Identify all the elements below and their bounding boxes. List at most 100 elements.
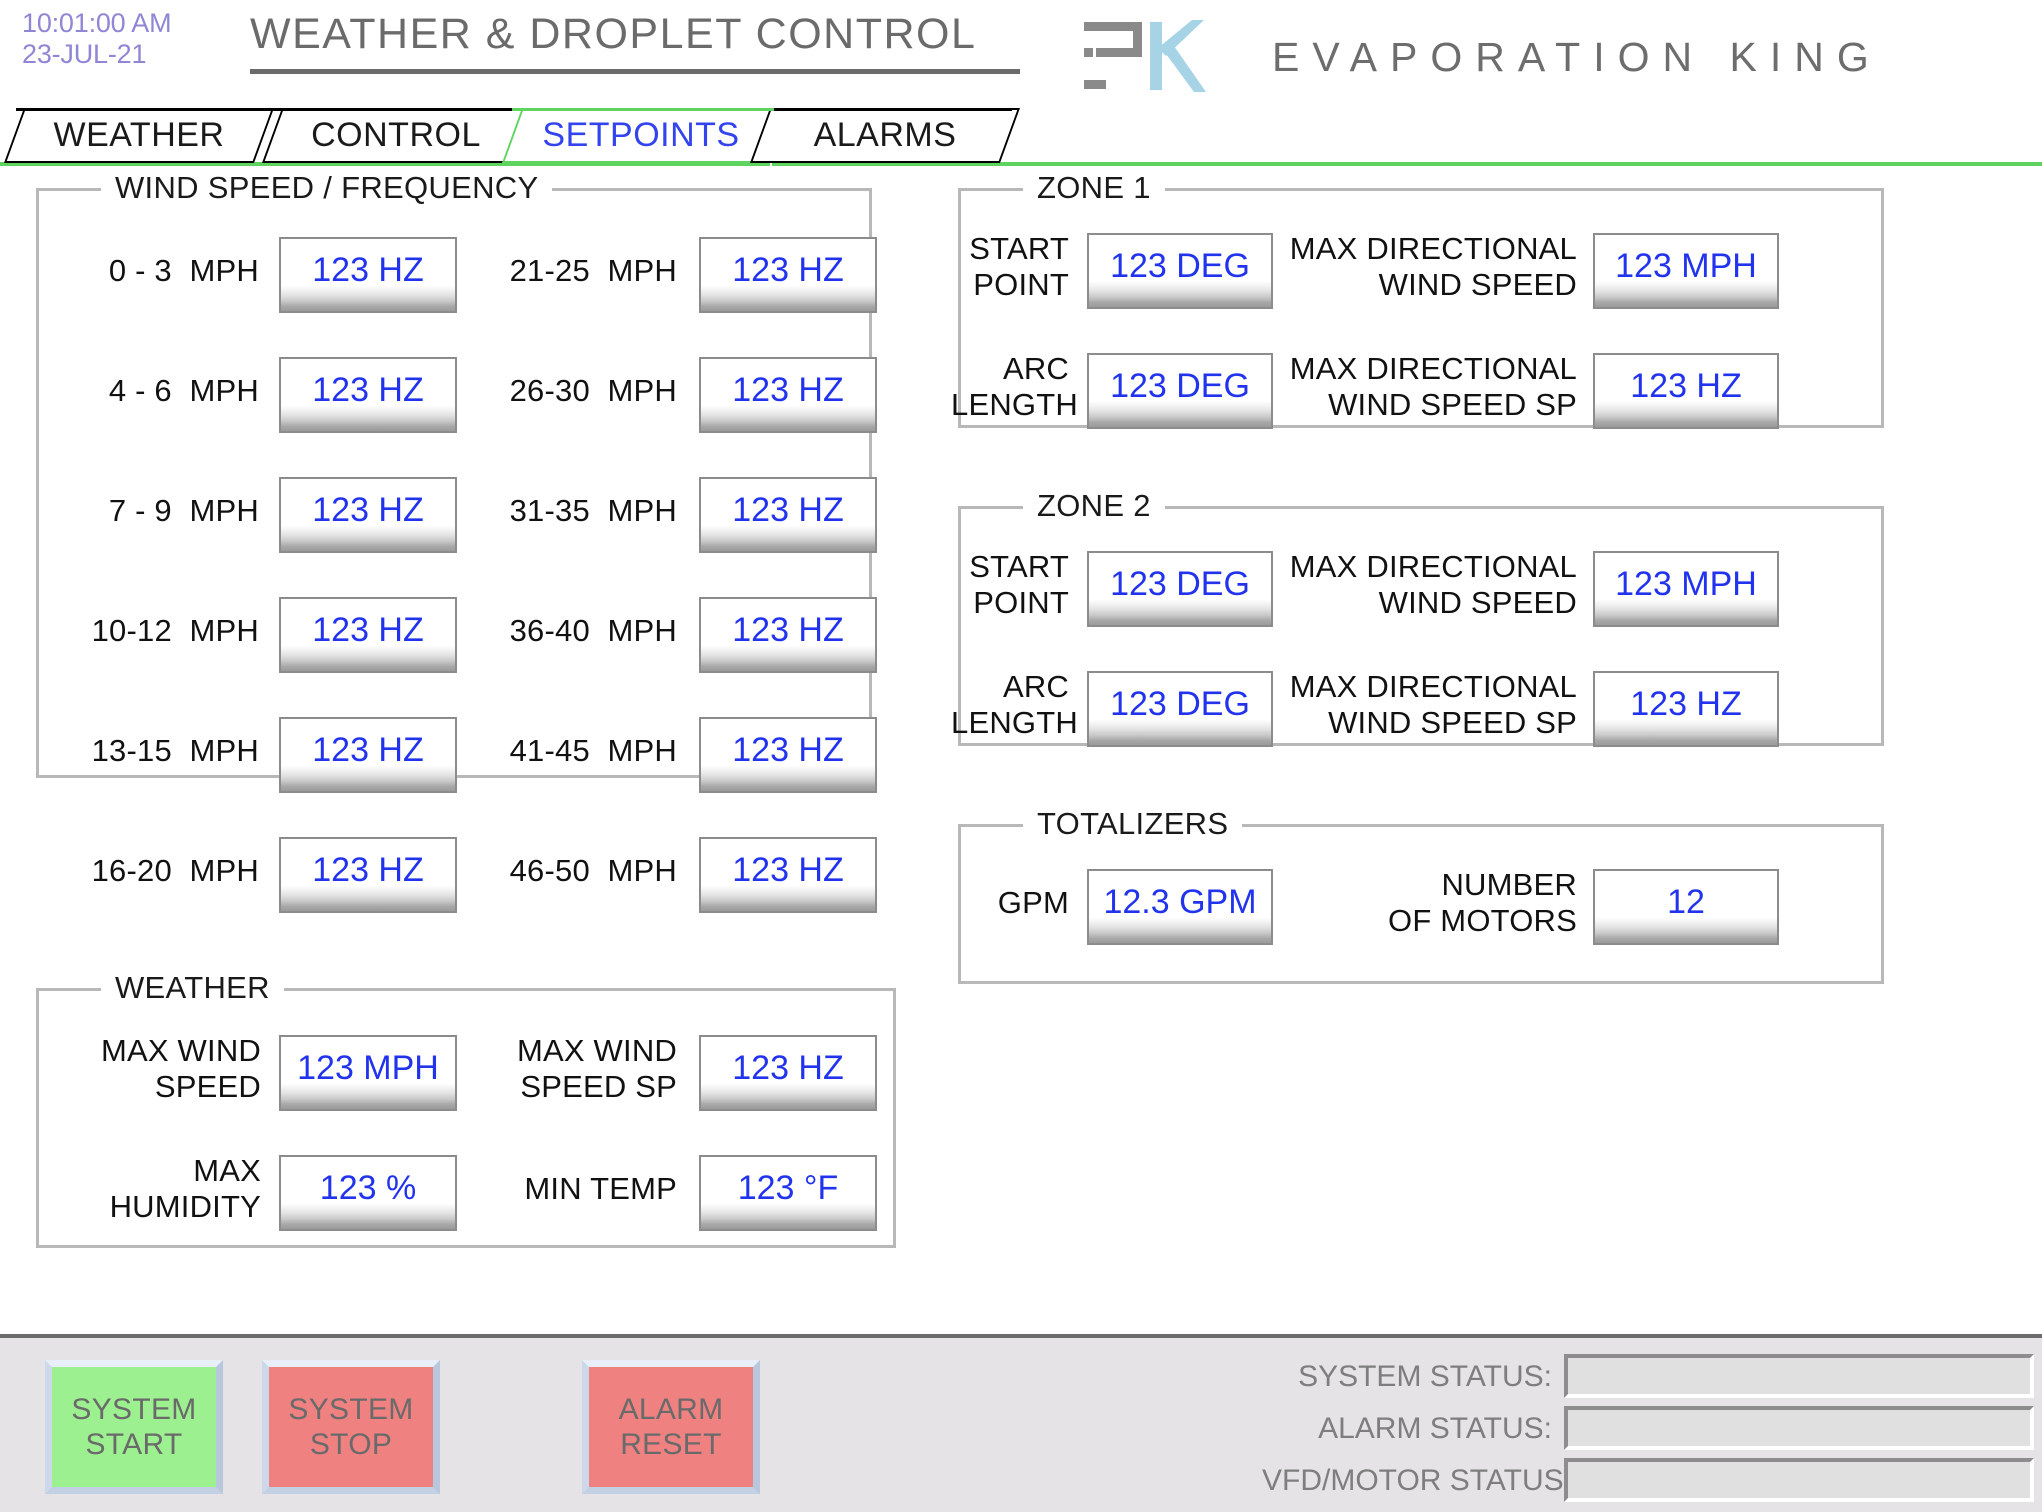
totalizers-label-1: NUMBER OF MOTORS <box>1388 867 1577 938</box>
weather-label-2: MAX HUMIDITY <box>109 1153 261 1224</box>
tab-control-label: CONTROL <box>311 116 481 154</box>
wsf-field-7-bevel <box>701 405 875 431</box>
wsf-field-10-bevel <box>701 765 875 791</box>
totalizers-field-motors[interactable]: 12 <box>1593 869 1779 945</box>
group-zone2: ZONE 2 START POINT 123 DEG MAX DIRECTION… <box>951 488 1884 747</box>
wsf-field-1-bevel <box>281 405 455 431</box>
wsf-field-2[interactable]: 123 HZ <box>279 477 457 553</box>
weather-field-2[interactable]: 123 % <box>279 1155 457 1231</box>
zone2-label-2: ARC LENGTH <box>951 669 1078 740</box>
tab-bar: WEATHER CONTROL SETPOINTS ALARMS <box>0 108 2042 166</box>
wsf-field-5[interactable]: 123 HZ <box>279 837 457 913</box>
wsf-field-0[interactable]: 123 HZ <box>279 237 457 313</box>
zone1-field-0[interactable]: 123 DEG <box>1087 233 1273 309</box>
zone2-field-0-bevel <box>1089 599 1271 625</box>
wsf-label-1: 4 - 6 MPH <box>108 373 259 408</box>
wsf-field-4[interactable]: 123 HZ <box>279 717 457 793</box>
tab-top-edge-active <box>512 108 774 111</box>
page-title: WEATHER & DROPLET CONTROL <box>250 10 977 58</box>
wsf-label-10: 41-45 MPH <box>509 733 677 768</box>
weather-field-3[interactable]: 123 °F <box>699 1155 877 1231</box>
wsf-field-1[interactable]: 123 HZ <box>279 357 457 433</box>
tab-setpoints-label: SETPOINTS <box>542 116 740 154</box>
zone2-field-0[interactable]: 123 DEG <box>1087 551 1273 627</box>
tab-alarms[interactable]: ALARMS <box>749 108 1021 163</box>
zone2-field-3-bevel <box>1595 719 1777 745</box>
wsf-label-6: 21-25 MPH <box>509 253 677 288</box>
weather-field-1[interactable]: 123 HZ <box>699 1035 877 1111</box>
wsf-field-8-bevel <box>701 525 875 551</box>
group-zone2-legend: ZONE 2 <box>1023 488 1165 524</box>
alarm-reset-button[interactable]: ALARM RESET <box>582 1360 760 1494</box>
weather-field-0[interactable]: 123 MPH <box>279 1035 457 1111</box>
wsf-field-7[interactable]: 123 HZ <box>699 357 877 433</box>
wsf-label-9: 36-40 MPH <box>509 613 677 648</box>
tab-control[interactable]: CONTROL <box>261 108 531 163</box>
zone2-label-3: MAX DIRECTIONAL WIND SPEED SP <box>1289 669 1577 740</box>
tab-weather[interactable]: WEATHER <box>3 108 275 163</box>
system-start-button[interactable]: SYSTEM START <box>45 1360 223 1494</box>
wsf-label-0: 0 - 3 MPH <box>108 253 259 288</box>
system-stop-button[interactable]: SYSTEM STOP <box>262 1360 440 1494</box>
clock-display: 10:01:00 AM 23-JUL-21 <box>22 8 172 70</box>
status-label-system: SYSTEM STATUS: <box>1298 1360 1552 1393</box>
zone2-label-0: START POINT <box>969 549 1069 620</box>
status-box-alarm <box>1564 1406 2034 1450</box>
wsf-field-11[interactable]: 123 HZ <box>699 837 877 913</box>
zone2-label-1: MAX DIRECTIONAL WIND SPEED <box>1289 549 1577 620</box>
zone1-label-2: ARC LENGTH <box>951 351 1078 422</box>
zone1-field-3-bevel <box>1595 401 1777 427</box>
zone1-field-1[interactable]: 123 MPH <box>1593 233 1779 309</box>
group-totalizers: TOTALIZERS GPM 12.3 GPM NUMBER OF MOTORS… <box>958 806 1884 984</box>
totalizers-field-motors-bevel <box>1595 917 1777 943</box>
wsf-field-6[interactable]: 123 HZ <box>699 237 877 313</box>
totalizers-label-0: GPM <box>997 885 1069 920</box>
status-row-system: SYSTEM STATUS: <box>1262 1354 2042 1400</box>
wsf-label-5: 16-20 MPH <box>91 853 259 888</box>
page-title-underline <box>250 69 1020 74</box>
wsf-field-6-bevel <box>701 285 875 311</box>
zone1-field-1-bevel <box>1595 281 1777 307</box>
wsf-field-10[interactable]: 123 HZ <box>699 717 877 793</box>
wsf-field-3[interactable]: 123 HZ <box>279 597 457 673</box>
status-box-vfd <box>1564 1458 2034 1502</box>
group-wind-speed-frequency: WIND SPEED / FREQUENCY 0 - 3 MPH 123 HZ … <box>36 170 877 913</box>
zone1-field-3[interactable]: 123 HZ <box>1593 353 1779 429</box>
wsf-label-4: 13-15 MPH <box>91 733 259 768</box>
tab-setpoints[interactable]: SETPOINTS <box>501 108 781 163</box>
system-start-label: SYSTEM START <box>71 1393 197 1461</box>
totalizers-field-gpm[interactable]: 12.3 GPM <box>1087 869 1273 945</box>
weather-field-3-bevel <box>701 1203 875 1229</box>
system-stop-label: SYSTEM STOP <box>288 1393 414 1461</box>
footer-bar: SYSTEM START SYSTEM STOP ALARM RESET SYS… <box>0 1334 2042 1512</box>
weather-label-3: MIN TEMP <box>524 1171 677 1206</box>
content-area: WIND SPEED / FREQUENCY 0 - 3 MPH 123 HZ … <box>0 166 2042 1334</box>
zone2-field-3[interactable]: 123 HZ <box>1593 671 1779 747</box>
wsf-field-0-bevel <box>281 285 455 311</box>
wsf-field-4-bevel <box>281 765 455 791</box>
status-label-alarm: ALARM STATUS: <box>1318 1412 1552 1445</box>
tab-weather-label: WEATHER <box>53 116 225 154</box>
wsf-field-8[interactable]: 123 HZ <box>699 477 877 553</box>
group-zone1: ZONE 1 START POINT 123 DEG MAX DIRECTION… <box>951 170 1884 429</box>
wsf-label-7: 26-30 MPH <box>509 373 677 408</box>
zone2-field-2[interactable]: 123 DEG <box>1087 671 1273 747</box>
zone1-field-2[interactable]: 123 DEG <box>1087 353 1273 429</box>
status-value-vfd <box>1568 1465 1576 1495</box>
wsf-field-2-bevel <box>281 525 455 551</box>
status-row-alarm: ALARM STATUS: <box>1262 1406 2042 1452</box>
hmi-screen: 10:01:00 AM 23-JUL-21 WEATHER & DROPLET … <box>0 0 2042 1512</box>
group-totalizers-legend: TOTALIZERS <box>1023 806 1243 842</box>
wsf-field-3-bevel <box>281 645 455 671</box>
header: 10:01:00 AM 23-JUL-21 WEATHER & DROPLET … <box>0 0 2042 110</box>
weather-field-2-bevel <box>281 1203 455 1229</box>
weather-field-1-bevel <box>701 1083 875 1109</box>
zone1-label-3: MAX DIRECTIONAL WIND SPEED SP <box>1289 351 1577 422</box>
totalizers-field-gpm-bevel <box>1089 917 1271 943</box>
zone2-field-2-bevel <box>1089 719 1271 745</box>
brand-logo: EVAPORATION KING <box>1080 18 2020 94</box>
status-label-vfd: VFD/MOTOR STATUS: <box>1262 1464 1573 1497</box>
wsf-field-11-bevel <box>701 885 875 911</box>
zone2-field-1[interactable]: 123 MPH <box>1593 551 1779 627</box>
wsf-field-9[interactable]: 123 HZ <box>699 597 877 673</box>
